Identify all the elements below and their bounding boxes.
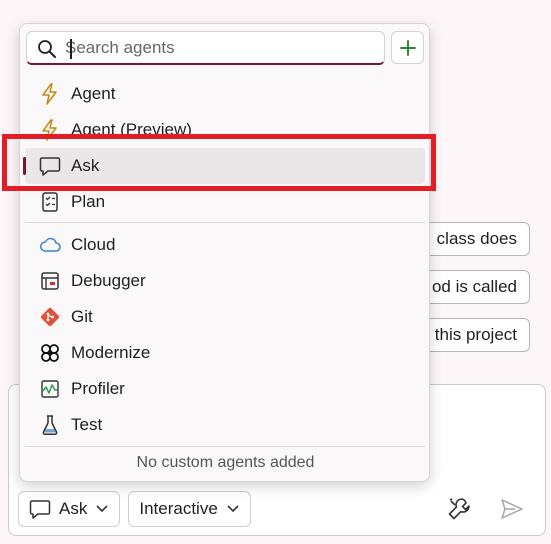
add-agent-button[interactable]: [391, 31, 424, 64]
send-icon: [499, 499, 525, 526]
suggestion-text: class does: [436, 229, 517, 248]
divider: [25, 222, 425, 223]
mode-label: Ask: [59, 499, 88, 518]
window-icon: [39, 270, 61, 292]
agent-item-debugger[interactable]: Debugger: [25, 263, 425, 299]
agent-item-label: Git: [71, 307, 93, 326]
agent-item-label: Profiler: [71, 379, 125, 398]
highlight-box: [2, 134, 436, 191]
beaker-icon: [39, 414, 61, 436]
interaction-label: Interactive: [139, 499, 218, 518]
chevron-down-icon: [226, 504, 240, 514]
agent-picker-popup: Agent Agent (Preview) Ask Plan Cloud Deb…: [19, 23, 430, 482]
agent-item-test[interactable]: Test: [25, 407, 425, 443]
empty-custom-agents-text: No custom agents added: [136, 454, 315, 471]
lightning-icon: [39, 83, 61, 105]
modernize-icon: [39, 342, 61, 364]
agent-item-label: Plan: [71, 192, 106, 211]
suggestion-text: this project: [434, 325, 517, 344]
agent-item-profiler[interactable]: Profiler: [25, 371, 425, 407]
agent-item-label: Modernize: [71, 343, 151, 362]
chevron-down-icon: [95, 504, 109, 514]
chat-toolbar: Ask Interactive: [18, 491, 251, 527]
send-button[interactable]: [499, 496, 525, 522]
mode-dropdown[interactable]: Ask: [18, 491, 121, 527]
text-caret: [70, 39, 72, 59]
agent-item-label: Agent: [71, 84, 116, 103]
git-icon: [39, 306, 61, 328]
wrench-icon: [446, 498, 472, 526]
search-icon: [36, 38, 58, 60]
profiler-icon: [39, 378, 61, 400]
divider: [25, 446, 425, 447]
agent-item-agent[interactable]: Agent: [25, 76, 425, 112]
agent-item-label: Debugger: [71, 271, 146, 290]
checklist-icon: [39, 191, 61, 213]
agent-item-modernize[interactable]: Modernize: [25, 335, 425, 371]
agent-item-label: Test: [71, 415, 103, 434]
agent-item-git[interactable]: Git: [25, 299, 425, 335]
suggestion-text: od is called: [431, 277, 517, 296]
search-box[interactable]: [26, 31, 385, 65]
search-input[interactable]: [65, 35, 375, 61]
agent-item-label: Cloud: [71, 235, 116, 254]
chat-bubble-icon: [29, 499, 51, 519]
agent-item-cloud[interactable]: Cloud: [25, 227, 425, 263]
tools-button[interactable]: [446, 496, 472, 522]
cloud-icon: [39, 234, 61, 256]
interaction-dropdown[interactable]: Interactive: [128, 491, 251, 527]
